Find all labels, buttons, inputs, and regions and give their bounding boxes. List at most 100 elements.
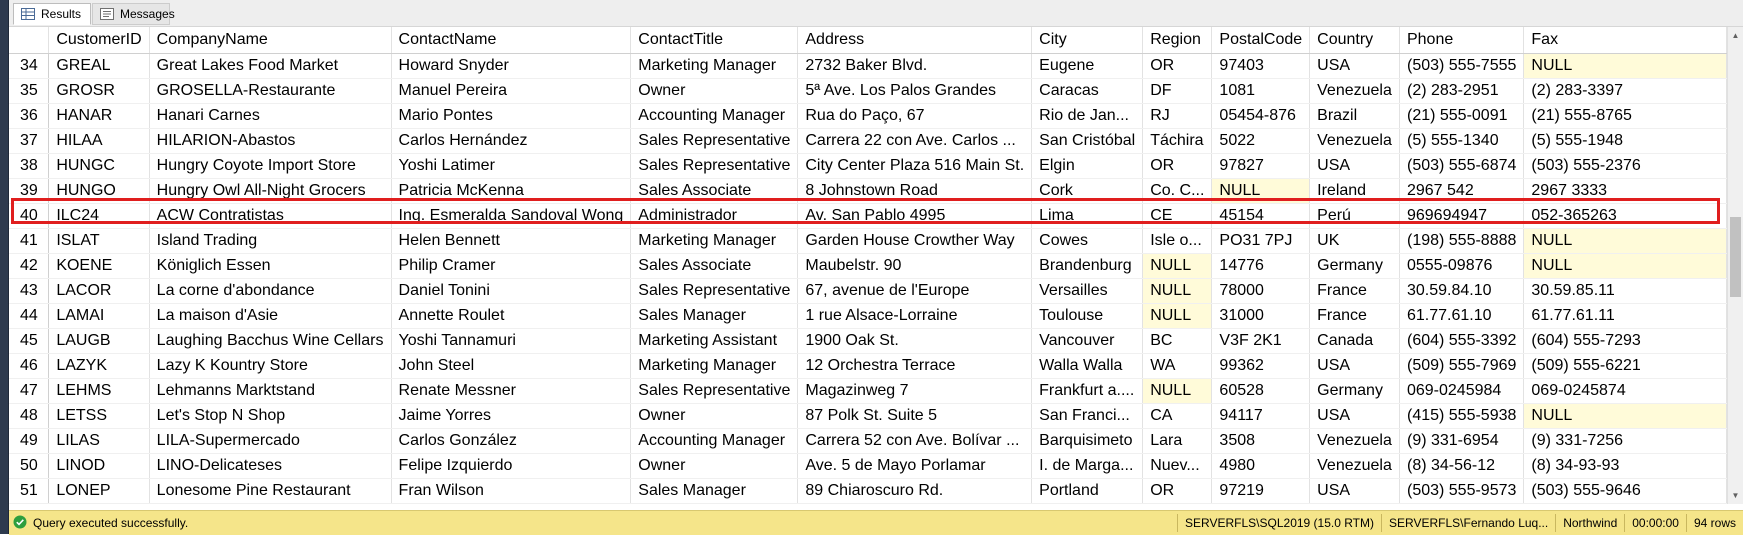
table-cell[interactable]: Philip Cramer xyxy=(391,253,632,279)
table-cell[interactable]: OR xyxy=(1142,478,1213,504)
table-cell[interactable]: Annette Roulet xyxy=(391,303,632,329)
table-cell[interactable]: Cork xyxy=(1031,178,1144,204)
table-cell[interactable]: 069-0245984 xyxy=(1399,378,1525,404)
table-cell[interactable]: (9) 331-6954 xyxy=(1399,428,1525,454)
row-number[interactable]: 44 xyxy=(9,303,50,329)
table-cell[interactable]: (9) 331-7256 xyxy=(1523,428,1727,454)
table-cell[interactable]: Hanari Carnes xyxy=(149,103,392,129)
table-cell[interactable]: Hungry Owl All-Night Grocers xyxy=(149,178,392,204)
table-cell[interactable]: Owner xyxy=(630,78,799,104)
table-cell[interactable]: 1081 xyxy=(1211,78,1311,104)
table-cell[interactable]: Ireland xyxy=(1309,178,1400,204)
scroll-up-icon[interactable]: ▲ xyxy=(1728,27,1743,44)
table-cell[interactable]: 3508 xyxy=(1211,428,1311,454)
table-cell[interactable]: Sales Associate xyxy=(630,178,799,204)
column-header[interactable]: Phone xyxy=(1399,27,1525,54)
table-cell[interactable]: Garden House Crowther Way xyxy=(797,228,1033,254)
table-cell[interactable]: 78000 xyxy=(1211,278,1311,304)
scroll-thumb[interactable] xyxy=(1730,217,1741,297)
table-cell[interactable]: Manuel Pereira xyxy=(391,78,632,104)
table-cell[interactable]: Yoshi Tannamuri xyxy=(391,328,632,354)
row-number[interactable]: 38 xyxy=(9,153,50,179)
row-number[interactable]: 34 xyxy=(9,53,50,79)
table-cell[interactable]: Sales Representative xyxy=(630,378,799,404)
row-number[interactable]: 42 xyxy=(9,253,50,279)
table-cell[interactable]: Venezuela xyxy=(1309,128,1400,154)
table-cell[interactable]: HUNGC xyxy=(48,153,150,179)
table-cell[interactable]: Lara xyxy=(1142,428,1213,454)
table-cell[interactable]: Carrera 22 con Ave. Carlos ... xyxy=(797,128,1033,154)
table-cell[interactable]: Rio de Jan... xyxy=(1031,103,1144,129)
table-cell[interactable]: 5022 xyxy=(1211,128,1311,154)
table-cell[interactable]: HANAR xyxy=(48,103,150,129)
table-cell[interactable]: OR xyxy=(1142,153,1213,179)
results-grid[interactable]: CustomerID CompanyName ContactName ContactT… xyxy=(9,27,1727,504)
column-header[interactable]: ContactTitle xyxy=(630,27,799,54)
row-number[interactable]: 41 xyxy=(9,228,50,254)
table-cell[interactable]: USA xyxy=(1309,353,1400,379)
table-cell[interactable]: NULL xyxy=(1142,303,1213,329)
table-cell[interactable]: Marketing Manager xyxy=(630,228,799,254)
table-cell[interactable]: (503) 555-2376 xyxy=(1523,153,1727,179)
table-cell[interactable]: (415) 555-5938 xyxy=(1399,403,1525,429)
table-cell[interactable]: UK xyxy=(1309,228,1400,254)
table-row[interactable]: 36 HANAR Hanari Carnes Mario Pontes Accounti… xyxy=(9,103,1727,129)
table-row[interactable]: 39 HUNGO Hungry Owl All-Night Grocers Patri… xyxy=(9,178,1727,204)
table-cell[interactable]: Laughing Bacchus Wine Cellars xyxy=(149,328,392,354)
table-row[interactable]: 34 GREAL Great Lakes Food Market Howard Sny… xyxy=(9,53,1727,79)
column-header[interactable]: Country xyxy=(1309,27,1400,54)
table-cell[interactable]: Felipe Izquierdo xyxy=(391,453,632,479)
table-cell[interactable]: 4980 xyxy=(1211,453,1311,479)
table-cell[interactable]: Daniel Tonini xyxy=(391,278,632,304)
table-cell[interactable]: Canada xyxy=(1309,328,1400,354)
table-cell[interactable]: Perú xyxy=(1309,203,1400,229)
row-number[interactable]: 46 xyxy=(9,353,50,379)
table-cell[interactable]: LILA-Supermercado xyxy=(149,428,392,454)
column-header[interactable]: CompanyName xyxy=(149,27,392,54)
table-cell[interactable]: Owner xyxy=(630,453,799,479)
table-cell[interactable]: 99362 xyxy=(1211,353,1311,379)
row-number[interactable]: 40 xyxy=(9,203,50,229)
table-cell[interactable]: NULL xyxy=(1523,228,1727,254)
table-row-highlighted[interactable]: 40 ILC24 ACW Contratistas Ing. Esmeralda Sa… xyxy=(9,203,1727,229)
table-cell[interactable]: KOENE xyxy=(48,253,150,279)
table-cell[interactable]: PO31 7PJ xyxy=(1211,228,1311,254)
table-cell[interactable]: LEHMS xyxy=(48,378,150,404)
tab-results[interactable]: Results xyxy=(13,3,91,25)
table-cell[interactable]: Magazinweg 7 xyxy=(797,378,1033,404)
table-cell[interactable]: Marketing Manager xyxy=(630,353,799,379)
table-cell[interactable]: NULL xyxy=(1523,403,1727,429)
table-cell[interactable]: Carrera 52 con Ave. Bolívar ... xyxy=(797,428,1033,454)
table-cell[interactable]: GREAL xyxy=(48,53,150,79)
table-cell[interactable]: 97219 xyxy=(1211,478,1311,504)
table-cell[interactable]: Táchira xyxy=(1142,128,1213,154)
table-cell[interactable]: San Cristóbal xyxy=(1031,128,1144,154)
table-cell[interactable]: 969694947 xyxy=(1399,203,1525,229)
table-cell[interactable]: Yoshi Latimer xyxy=(391,153,632,179)
table-cell[interactable]: 31000 xyxy=(1211,303,1311,329)
table-cell[interactable]: LAMAI xyxy=(48,303,150,329)
table-cell[interactable]: City Center Plaza 516 Main St. xyxy=(797,153,1033,179)
table-cell[interactable]: Lehmanns Marktstand xyxy=(149,378,392,404)
row-number[interactable]: 35 xyxy=(9,78,50,104)
table-cell[interactable]: (8) 34-93-93 xyxy=(1523,453,1727,479)
table-cell[interactable]: Nuev... xyxy=(1142,453,1213,479)
table-row[interactable]: 51 LONEP Lonesome Pine Restaurant Fran Wils… xyxy=(9,478,1727,504)
table-cell[interactable]: 069-0245874 xyxy=(1523,378,1727,404)
table-cell[interactable]: Caracas xyxy=(1031,78,1144,104)
table-row[interactable]: 46 LAZYK Lazy K Kountry Store John Steel Mar… xyxy=(9,353,1727,379)
column-header[interactable]: Region xyxy=(1142,27,1213,54)
table-cell[interactable]: WA xyxy=(1142,353,1213,379)
table-cell[interactable]: LINOD xyxy=(48,453,150,479)
table-cell[interactable]: 61.77.61.11 xyxy=(1523,303,1727,329)
table-cell[interactable]: Brazil xyxy=(1309,103,1400,129)
table-cell[interactable]: 30.59.84.10 xyxy=(1399,278,1525,304)
table-cell[interactable]: Fran Wilson xyxy=(391,478,632,504)
table-cell[interactable]: LONEP xyxy=(48,478,150,504)
table-cell[interactable]: Howard Snyder xyxy=(391,53,632,79)
table-cell[interactable]: Jaime Yorres xyxy=(391,403,632,429)
table-cell[interactable]: Vancouver xyxy=(1031,328,1144,354)
column-header[interactable]: PostalCode xyxy=(1211,27,1311,54)
table-cell[interactable]: HUNGO xyxy=(48,178,150,204)
table-cell[interactable]: (509) 555-7969 xyxy=(1399,353,1525,379)
